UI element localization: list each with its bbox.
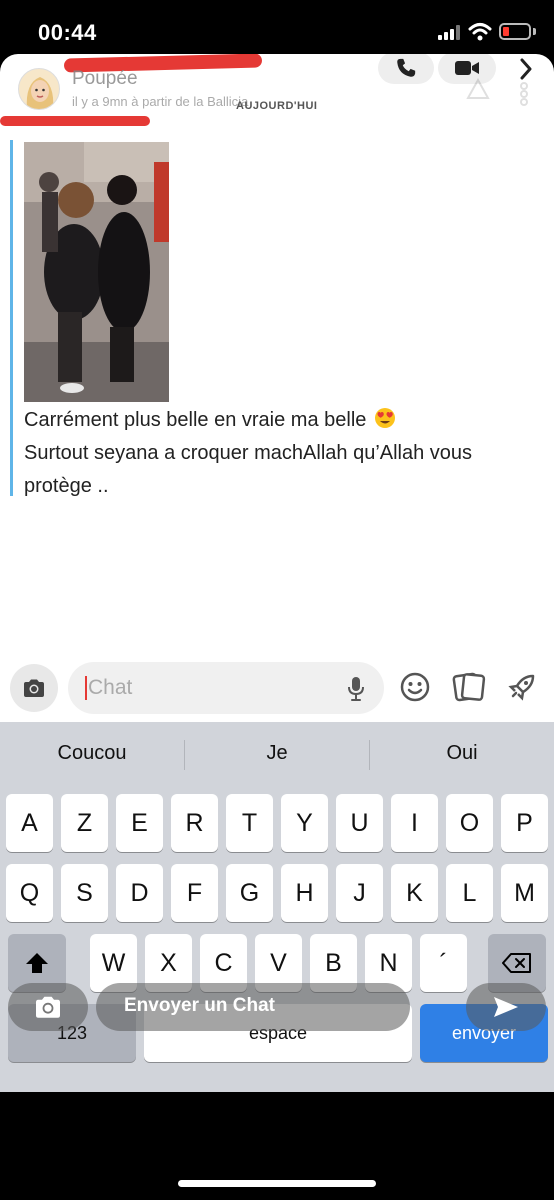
camera-button[interactable]	[10, 664, 58, 712]
predictive-bar: Coucou Je Oui	[0, 722, 554, 784]
wifi-icon	[468, 23, 492, 41]
contact-status: il y a 9mn à partir de la Ballicia	[72, 94, 249, 109]
message-photo[interactable]	[24, 142, 169, 402]
message-accent-bar	[10, 140, 13, 496]
key-row1-2[interactable]: E	[116, 794, 163, 852]
key-row1-0[interactable]: A	[6, 794, 53, 852]
video-camera-icon	[455, 61, 479, 75]
key-row2-2[interactable]: D	[116, 864, 163, 922]
faint-menu-icon	[520, 82, 528, 106]
camera-icon	[24, 679, 44, 697]
key-row2-3[interactable]: F	[171, 864, 218, 922]
chevron-right-icon[interactable]	[512, 54, 540, 84]
key-row2-4[interactable]: G	[226, 864, 273, 922]
backspace-icon	[502, 953, 531, 973]
key-row2-5[interactable]: H	[281, 864, 328, 922]
key-row2-0[interactable]: Q	[6, 864, 53, 922]
key-row2-1[interactable]: S	[61, 864, 108, 922]
message-text: Carrément plus belle en vraie ma belle S…	[24, 404, 539, 503]
chat-header: Poupée il y a 9mn à partir de la Ballici…	[0, 54, 554, 134]
key-row2-9[interactable]: M	[501, 864, 548, 922]
day-label: AUJOURD'HUI	[236, 100, 318, 112]
faint-stories-icon	[466, 78, 490, 99]
key-row1-3[interactable]: R	[171, 794, 218, 852]
stickers-icon[interactable]	[452, 670, 486, 704]
avatar[interactable]	[18, 68, 60, 110]
chat-input[interactable]: Chat	[68, 662, 384, 714]
chat-screen: Poupée il y a 9mn à partir de la Ballici…	[0, 54, 554, 1092]
suggestion-2[interactable]: Je	[185, 722, 369, 784]
message-line-3: protège ..	[24, 475, 109, 497]
key-row2-8[interactable]: L	[446, 864, 493, 922]
camera-icon	[36, 996, 60, 1018]
microphone-icon[interactable]	[346, 676, 366, 702]
key-row1-7[interactable]: I	[391, 794, 438, 852]
key-row2-6[interactable]: J	[336, 864, 383, 922]
rocket-icon[interactable]	[505, 670, 539, 704]
suggestion-3[interactable]: Oui	[370, 722, 554, 784]
overlay-send-button[interactable]	[466, 983, 546, 1031]
status-bar: 00:44	[0, 0, 554, 54]
suggestion-1[interactable]: Coucou	[0, 722, 184, 784]
cellular-signal-icon	[438, 24, 464, 40]
heart-eyes-emoji-icon	[374, 408, 395, 428]
snap-send-bar: Envoyer un Chat	[0, 976, 554, 1046]
send-arrow-icon	[494, 997, 518, 1017]
send-chat-label: Envoyer un Chat	[124, 995, 275, 1016]
send-chat-field[interactable]: Envoyer un Chat	[96, 983, 410, 1031]
key-row1-1[interactable]: Z	[61, 794, 108, 852]
contact-name[interactable]: Poupée	[72, 68, 138, 90]
phone-icon	[397, 58, 416, 77]
redaction-mark	[0, 116, 150, 126]
shift-arrow-icon	[26, 953, 48, 973]
key-row1-4[interactable]: T	[226, 794, 273, 852]
key-row1-9[interactable]: P	[501, 794, 548, 852]
message-line-2: Surtout seyana a croquer machAllah qu’Al…	[24, 442, 473, 464]
key-row2-7[interactable]: K	[391, 864, 438, 922]
overlay-camera-button[interactable]	[8, 983, 88, 1031]
call-button[interactable]	[378, 54, 434, 84]
status-time: 00:44	[38, 20, 97, 45]
home-indicator[interactable]	[178, 1180, 376, 1187]
key-row1-8[interactable]: O	[446, 794, 493, 852]
key-row1-5[interactable]: Y	[281, 794, 328, 852]
emoji-icon[interactable]	[398, 670, 432, 704]
key-row1-6[interactable]: U	[336, 794, 383, 852]
chat-input-bar: Chat	[0, 654, 554, 720]
chat-input-placeholder: Chat	[88, 676, 133, 699]
message-line-1: Carrément plus belle en vraie ma belle	[24, 409, 367, 431]
text-caret	[85, 676, 87, 700]
battery-icon	[499, 23, 531, 40]
